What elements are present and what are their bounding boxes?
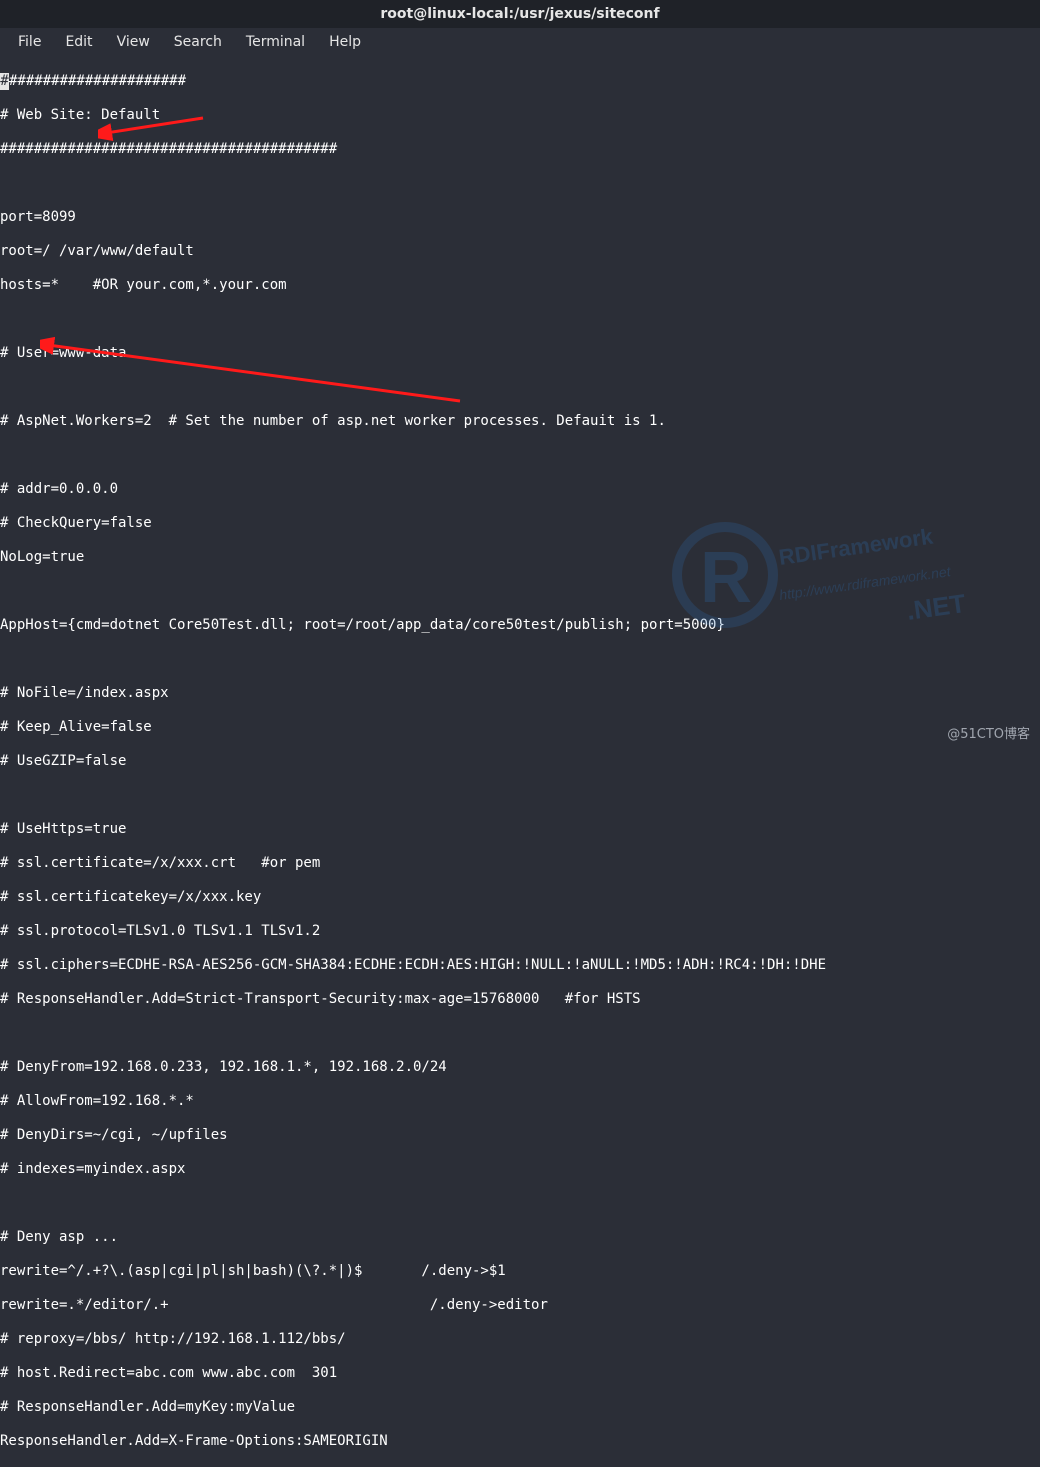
editor-line (0, 1025, 1040, 1042)
menu-help[interactable]: Help (317, 30, 373, 54)
editor-line (0, 447, 1040, 464)
editor-line (0, 379, 1040, 396)
editor-line: # Web Site: Default (0, 107, 1040, 124)
editor-line: # ResponseHandler.Add=myKey:myValue (0, 1399, 1040, 1416)
text-cursor: # (0, 73, 9, 90)
editor-line: # AllowFrom=192.168.*.* (0, 1093, 1040, 1110)
editor-line: port=8099 (0, 209, 1040, 226)
menu-terminal[interactable]: Terminal (234, 30, 317, 54)
menu-view[interactable]: View (105, 30, 162, 54)
editor-line (0, 787, 1040, 804)
editor-line: # UseHttps=true (0, 821, 1040, 838)
editor-line: # ssl.ciphers=ECDHE-RSA-AES256-GCM-SHA38… (0, 957, 1040, 974)
editor-line: root=/ /var/www/default (0, 243, 1040, 260)
editor-line: # UseGZIP=false (0, 753, 1040, 770)
editor-line: rewrite=^/.+?\.(asp|cgi|pl|sh|bash)(\?.*… (0, 1263, 1040, 1280)
editor-line (0, 175, 1040, 192)
editor-area[interactable]: ###################### # Web Site: Defau… (0, 56, 1040, 1467)
editor-line: ##################### (9, 73, 186, 89)
editor-line: # ssl.protocol=TLSv1.0 TLSv1.1 TLSv1.2 (0, 923, 1040, 940)
editor-line: # Deny asp ... (0, 1229, 1040, 1246)
editor-line: ResponseHandler.Add=X-Frame-Options:SAME… (0, 1433, 1040, 1450)
editor-line: # ssl.certificatekey=/x/xxx.key (0, 889, 1040, 906)
editor-line: rewrite=.*/editor/.+ /.deny->editor (0, 1297, 1040, 1314)
editor-line: # NoFile=/index.aspx (0, 685, 1040, 702)
editor-line: # DenyDirs=~/cgi, ~/upfiles (0, 1127, 1040, 1144)
editor-line (0, 311, 1040, 328)
editor-line: # addr=0.0.0.0 (0, 481, 1040, 498)
editor-line: # DenyFrom=192.168.0.233, 192.168.1.*, 1… (0, 1059, 1040, 1076)
menu-bar: File Edit View Search Terminal Help (0, 28, 1040, 56)
window-titlebar: root@linux-local:/usr/jexus/siteconf (0, 0, 1040, 28)
menu-search[interactable]: Search (162, 30, 234, 54)
editor-line: # User=www-data (0, 345, 1040, 362)
editor-line: # CheckQuery=false (0, 515, 1040, 532)
editor-line (0, 651, 1040, 668)
editor-line: # reproxy=/bbs/ http://192.168.1.112/bbs… (0, 1331, 1040, 1348)
editor-line: ######################################## (0, 141, 1040, 158)
editor-line: AppHost={cmd=dotnet Core50Test.dll; root… (0, 617, 1040, 634)
editor-line (0, 583, 1040, 600)
editor-line: # AspNet.Workers=2 # Set the number of a… (0, 413, 1040, 430)
editor-line: # host.Redirect=abc.com www.abc.com 301 (0, 1365, 1040, 1382)
editor-line: NoLog=true (0, 549, 1040, 566)
window-title: root@linux-local:/usr/jexus/siteconf (380, 6, 659, 22)
editor-line: # ssl.certificate=/x/xxx.crt #or pem (0, 855, 1040, 872)
editor-line: # Keep_Alive=false (0, 719, 1040, 736)
editor-line: hosts=* #OR your.com,*.your.com (0, 277, 1040, 294)
editor-line: # ResponseHandler.Add=Strict-Transport-S… (0, 991, 1040, 1008)
editor-line (0, 1195, 1040, 1212)
menu-edit[interactable]: Edit (53, 30, 104, 54)
editor-line: # indexes=myindex.aspx (0, 1161, 1040, 1178)
menu-file[interactable]: File (6, 30, 53, 54)
